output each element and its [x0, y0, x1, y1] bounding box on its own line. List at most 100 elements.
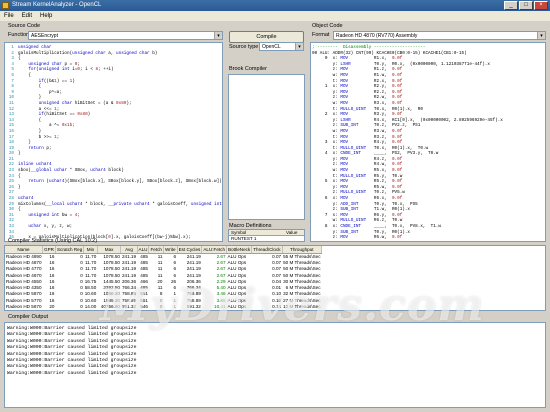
function-label: Function [8, 32, 30, 38]
table-cell: 0.11 [252, 310, 282, 311]
table-cell: Radeon HD 4770 [6, 266, 42, 272]
table-cell: 8 [149, 310, 164, 311]
function-select[interactable]: AESEncrypt ▾ [28, 31, 223, 40]
source-type-select[interactable]: OpenCL ▾ [259, 42, 304, 51]
table-cell: 50 M Threads\Sec [283, 266, 321, 272]
window-title: Stream KernelAnalyzer - OpenCL [12, 2, 102, 8]
table-cell: 11.70 [85, 253, 97, 259]
stats-column-header[interactable]: Fetch [148, 246, 164, 254]
object-code-view[interactable]: ; -------- Disassembly -----------------… [310, 42, 546, 242]
table-cell: 10.60 [84, 297, 97, 303]
stats-column-header[interactable]: Est Cycles [177, 246, 203, 254]
maximize-button[interactable]: □ [519, 1, 533, 10]
brook-compiler-label: Brook Compiler [229, 66, 267, 72]
table-cell: 11.70 [85, 272, 97, 278]
macro-col-symbol[interactable]: Symbol [229, 230, 284, 235]
source-line-text: } [18, 95, 42, 101]
source-line-text: { [18, 56, 21, 62]
format-select-value: Radeon HD 4870 (RV770) Assembly [336, 33, 418, 39]
table-cell: Radeon HD 4670 [6, 272, 42, 278]
menu-help[interactable]: Help [40, 11, 52, 21]
table-cell: 58.50 [84, 285, 97, 291]
table-row[interactable]: Radeon HD 545020025.00101764.50742.67546… [5, 310, 322, 311]
source-line-text: unsigned char p = 0; [28, 61, 80, 67]
source-line-text: p^=a; [18, 89, 62, 95]
source-editor[interactable]: 1 unsigned char 2 galoisMultiplication(unsi… [4, 42, 223, 242]
table-cell: 241.19 [121, 253, 137, 259]
compiler-output-log[interactable]: Warning:W000:Barrier caused limited grou… [4, 322, 546, 408]
format-label: Format [312, 32, 330, 38]
source-line-text: return p; [28, 145, 52, 151]
table-cell: 14.00 [84, 304, 97, 310]
table-cell: 40756.80 [100, 304, 120, 310]
table-cell: 32 M Threads\Sec [283, 291, 321, 297]
stats-column-header[interactable]: Write [163, 246, 178, 254]
source-line-text: mixColumns(__local uchar4 * block, __pri… [18, 201, 222, 207]
source-line-text: { [18, 72, 31, 78]
source-line-text: { [18, 207, 21, 213]
table-cell: Radeon HD 5770 [6, 297, 42, 303]
stats-column-header[interactable]: ALU [137, 246, 150, 254]
minimize-button[interactable]: _ [504, 1, 518, 10]
source-line-text: if(hiBitSet == 0x80) [38, 112, 91, 118]
table-cell: Radeon HD 4870 [6, 259, 42, 265]
macro-row[interactable]: RUNTEST 1 [229, 236, 304, 241]
compiler-statistics-table[interactable]: Name GPR Scratch Reg Min Max Avg ALU Fetch Write… [4, 245, 546, 311]
source-line-text: sbox(__global uchar * SBox, uchar4 block… [18, 168, 124, 174]
stats-column-header[interactable]: Scratch Reg [55, 246, 85, 254]
table-cell: 20 [43, 310, 56, 311]
menu-edit[interactable]: Edit [22, 11, 32, 21]
output-line: Warning:W000:Barrier caused limited grou… [7, 370, 137, 376]
source-line-text: b >>= 1; [18, 134, 60, 140]
stats-column-header[interactable]: GPR [42, 246, 56, 254]
macro-definitions-table[interactable]: Symbol Value RUNTEST 1 [228, 229, 305, 242]
source-line-text: return (uchar4)(SBox[block.x], SBox[bloc… [28, 179, 223, 185]
table-cell: 546 [137, 310, 149, 311]
source-line-text: for(unsigned int i=0; i < 8; ++i) [28, 67, 114, 73]
source-line-text: a ^= 0x1b; [18, 123, 75, 129]
source-line-text: } [18, 184, 21, 190]
table-cell: 16.20 [202, 310, 227, 311]
source-line-text: uchar4 [18, 196, 34, 202]
stats-column-header[interactable]: Min [83, 246, 98, 254]
table-cell: 30 M Threads\Sec [283, 278, 321, 284]
stats-column-header[interactable]: ALU:Fetch [201, 246, 228, 254]
source-line-text: } [18, 151, 21, 157]
app-icon [2, 2, 9, 9]
stats-column-header[interactable]: Max [97, 246, 122, 254]
source-line-text: unsigned char [18, 45, 52, 50]
title-bar: Stream KernelAnalyzer - OpenCL _ □ × [0, 0, 550, 11]
stats-column-header[interactable]: Name [5, 246, 43, 254]
source-code-label: Source Code [8, 23, 41, 29]
table-cell: 742.67 [121, 310, 137, 311]
table-cell: 16.75 [84, 278, 97, 284]
table-cell: 591.32 [121, 304, 137, 310]
table-cell: 206.36 [121, 278, 137, 284]
table-cell: 27 M Threads\Sec [283, 297, 321, 303]
table-cell: 11.70 [85, 266, 97, 272]
format-select[interactable]: Radeon HD 4870 (RV770) Assembly ▾ [333, 31, 546, 40]
table-cell: 50 M Threads\Sec [283, 259, 321, 265]
table-cell: Radeon HD 4890 [6, 253, 42, 259]
brook-compiler-options[interactable] [228, 74, 305, 220]
macro-col-value[interactable]: Value [284, 230, 297, 235]
stats-column-header[interactable]: BottleNeck [226, 246, 253, 254]
table-cell: Radeon HD 4550 [6, 278, 42, 284]
table-cell: 10.60 [84, 291, 97, 297]
source-line-text: inline uchar4 [18, 162, 52, 168]
table-cell: Radeon HD 5870 [6, 291, 42, 297]
table-cell: 0 [55, 310, 83, 311]
table-cell: 6 M Threads\Sec [285, 285, 321, 291]
stats-column-header[interactable]: Avg [120, 246, 138, 254]
stats-column-header[interactable]: Thread\Clock [251, 246, 283, 254]
source-line-text: } [18, 140, 31, 146]
table-cell: 12 M Threads\Sec [283, 304, 321, 310]
source-line-text: galoisMultiplication(unsigned char a, un… [18, 50, 158, 56]
stats-column-header[interactable]: Throughput [282, 246, 323, 254]
object-code-label: Object Code [312, 23, 343, 29]
menu-file[interactable]: File [4, 11, 14, 21]
close-button[interactable]: × [534, 1, 548, 10]
table-cell: 25.00 [84, 310, 98, 311]
table-cell: 241.19 [121, 272, 137, 278]
table-cell: 758.89 [121, 297, 137, 303]
